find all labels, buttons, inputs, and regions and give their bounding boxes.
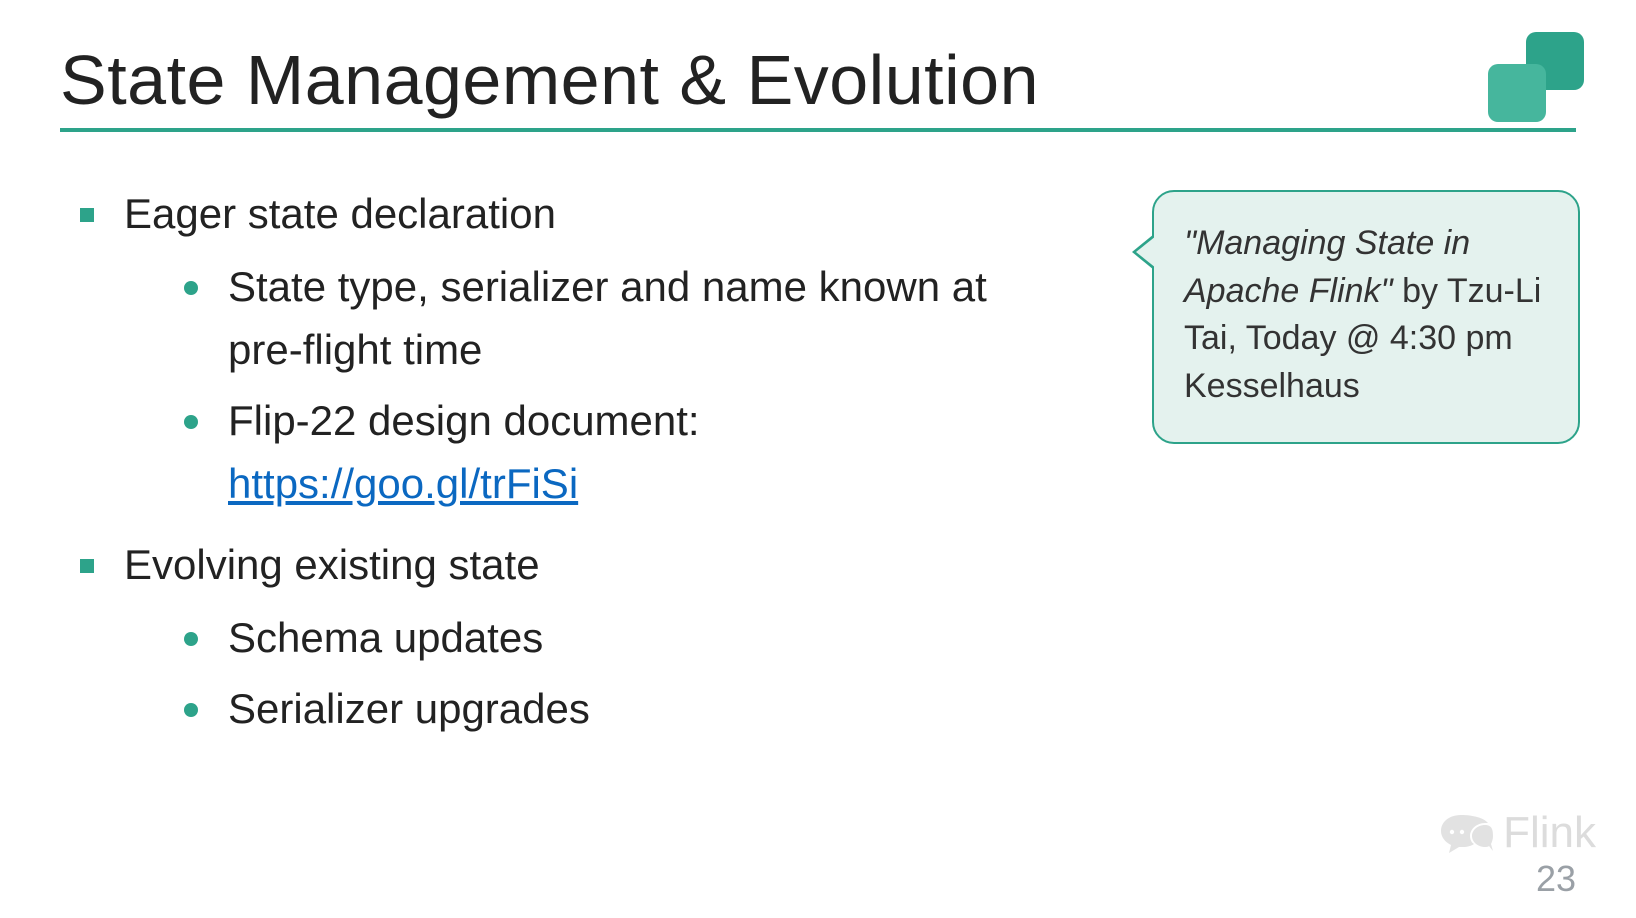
bullet-text: Evolving existing state <box>124 541 540 588</box>
chat-icon <box>1439 811 1493 855</box>
list-item: Evolving existing state Schema updates S… <box>80 533 1010 740</box>
bullet-list: Eager state declaration State type, seri… <box>60 182 1010 758</box>
list-item: Flip-22 design document: https://goo.gl/… <box>184 389 1010 515</box>
bullet-text: Schema updates <box>228 614 543 661</box>
list-item: Schema updates <box>184 606 1010 669</box>
list-item: Serializer upgrades <box>184 677 1010 740</box>
talk-callout: "Managing State in Apache Flink" by Tzu-… <box>1152 190 1580 444</box>
title-rule <box>60 128 1576 132</box>
bullet-text: State type, serializer and name known at… <box>228 263 987 373</box>
watermark-text: Flink <box>1503 808 1596 858</box>
slide-title: State Management & Evolution <box>60 40 1576 128</box>
list-item: Eager state declaration State type, seri… <box>80 182 1010 515</box>
design-doc-link[interactable]: https://goo.gl/trFiSi <box>228 460 578 507</box>
flink-watermark: Flink <box>1439 808 1596 858</box>
bullet-text: Flip-22 design document: <box>228 397 700 444</box>
bullet-text: Eager state declaration <box>124 190 556 237</box>
page-number: 23 <box>1536 858 1576 900</box>
corner-logo-icon <box>1488 32 1588 127</box>
list-item: State type, serializer and name known at… <box>184 255 1010 381</box>
bullet-text: Serializer upgrades <box>228 685 590 732</box>
